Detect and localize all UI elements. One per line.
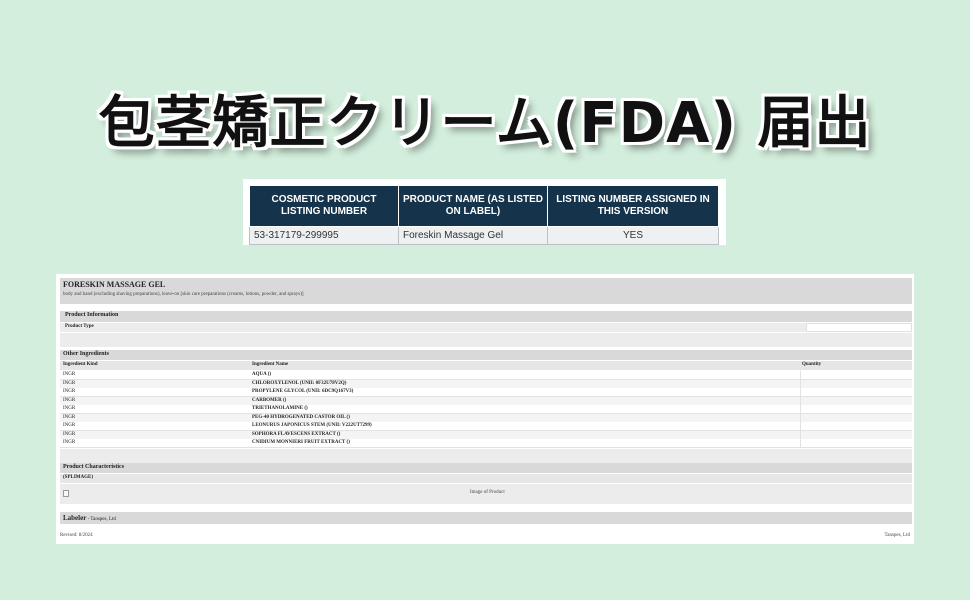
quantity-cell xyxy=(800,422,801,430)
labeler-bar xyxy=(60,512,912,524)
product-info-heading: Product Information xyxy=(65,312,119,318)
labeler-line: Labeler - Tanspes, Ltd xyxy=(63,514,116,522)
document-subtitle: body and hand (excluding shaving prepara… xyxy=(63,292,304,297)
quantity-cell xyxy=(800,405,801,413)
column-header-listing-number: COSMETIC PRODUCT LISTING NUMBER xyxy=(249,185,399,227)
broken-image-icon xyxy=(63,490,69,497)
ingredient-header-row xyxy=(60,361,912,370)
quantity-cell xyxy=(800,371,801,379)
labeler-label: Labeler xyxy=(63,514,87,522)
labeler-name: - Tanspes, Ltd xyxy=(86,517,116,522)
ingredient-name: PROPYLENE GLYCOL (UNII: 6DC9Q167V3) xyxy=(252,389,354,394)
ingredient-name: CARBOMER () xyxy=(252,397,287,403)
quantity-cell xyxy=(800,388,801,396)
document-title: FORESKIN MASSAGE GEL xyxy=(63,280,166,289)
product-type-label: Product Type xyxy=(65,324,94,329)
footer-company: Tanspes, Ltd xyxy=(884,533,910,538)
quantity-cell xyxy=(800,430,801,439)
quantity-cell xyxy=(800,396,801,405)
ingredient-kind: INGR xyxy=(63,414,76,420)
ingredient-kind: INGR xyxy=(63,423,76,428)
title-bar xyxy=(60,278,912,304)
ingredient-kind: INGR xyxy=(63,380,76,386)
product-characteristics-bar xyxy=(60,463,912,473)
column-header-listing-assigned: LISTING NUMBER ASSIGNED IN THIS VERSION xyxy=(547,185,719,227)
quantity-cell xyxy=(800,379,801,388)
quantity-cell xyxy=(800,413,801,422)
column-header-ingredient-kind: Ingredient Kind xyxy=(63,362,98,367)
ingredient-name: LEONURUS JAPONICUS STEM (UNII: V222UT729… xyxy=(252,423,372,428)
product-characteristics-heading: Product Characteristics xyxy=(63,464,125,470)
ingredient-kind: INGR xyxy=(63,372,76,377)
ingredient-name: AQUA () xyxy=(252,372,272,377)
product-type-row xyxy=(60,323,912,332)
ingredient-kind: INGR xyxy=(63,397,76,403)
other-ingredients-heading: Other Ingredients xyxy=(63,351,109,357)
listing-number-cell: 53-317179-299995 xyxy=(249,226,399,245)
ingredients-spacer xyxy=(60,449,912,463)
ingredient-kind: INGR xyxy=(63,440,76,445)
ingredient-kind: INGR xyxy=(63,406,76,411)
splimage-label: (SPLIMAGE) xyxy=(63,475,93,480)
other-ingredients-bar xyxy=(60,350,912,360)
ingredient-name: SOPHORA FLAVESCENS EXTRACT () xyxy=(252,431,341,437)
column-header-product-name: PRODUCT NAME (AS LISTED ON LABEL) xyxy=(398,185,548,227)
ingredient-name: PEG-40 HYDROGENATED CASTOR OIL () xyxy=(252,414,350,420)
listing-summary-table: COSMETIC PRODUCT LISTING NUMBER PRODUCT … xyxy=(249,185,719,245)
column-header-ingredient-name: Ingredient Name xyxy=(252,362,289,367)
table-row: 53-317179-299995 Foreskin Massage Gel YE… xyxy=(249,226,719,245)
quantity-cell xyxy=(800,439,801,447)
image-caption: Image of Product xyxy=(470,490,505,495)
product-info-spacer xyxy=(60,333,912,347)
listing-summary-panel: COSMETIC PRODUCT LISTING NUMBER PRODUCT … xyxy=(243,179,726,245)
table-row: INGR CNIDIUM MONNIERI FRUIT EXTRACT () xyxy=(60,439,912,448)
product-name-cell: Foreskin Massage Gel xyxy=(398,226,548,245)
splimage-row xyxy=(60,474,912,483)
revised-date: Revised: 8/2024 xyxy=(60,533,93,538)
ingredient-name: CNIDIUM MONNIERI FRUIT EXTRACT () xyxy=(252,440,350,445)
listing-assigned-cell: YES xyxy=(547,226,719,245)
product-type-value xyxy=(806,323,912,332)
ingredient-name: TRIETHANOLAMINE () xyxy=(252,406,308,411)
ingredient-kind: INGR xyxy=(63,389,76,394)
page-headline: 包茎矯正クリーム(FDA) 届出 xyxy=(98,91,872,156)
spl-document: FORESKIN MASSAGE GEL body and hand (excl… xyxy=(56,274,914,544)
column-header-quantity: Quantity xyxy=(802,362,822,367)
ingredient-name: CHLOROXYLENOL (UNII: 0F32U78V2Q) xyxy=(252,380,347,386)
product-info-bar xyxy=(60,311,912,322)
ingredient-kind: INGR xyxy=(63,431,76,437)
